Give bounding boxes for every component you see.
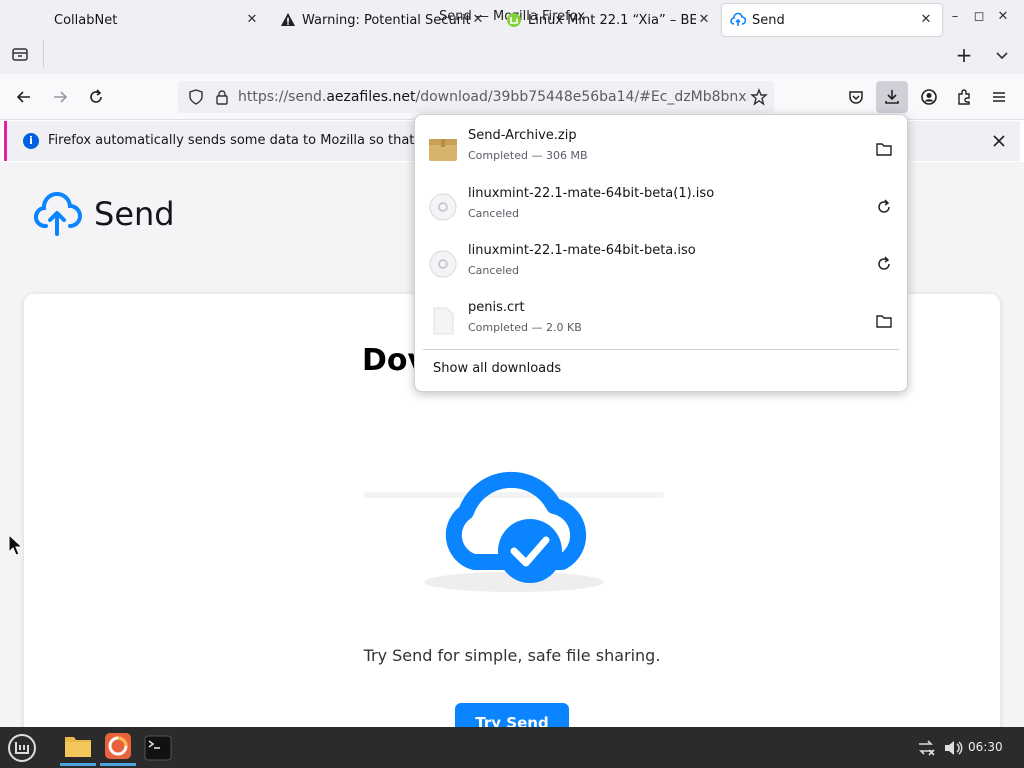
tab-label: Warning: Potential Security R	[302, 12, 470, 28]
download-status: Canceled	[468, 264, 520, 277]
download-name: Send-Archive.zip	[468, 128, 577, 143]
folder-icon[interactable]	[875, 312, 893, 330]
downloads-icon[interactable]	[876, 81, 908, 113]
shield-icon[interactable]	[182, 83, 210, 111]
tab-label: Send	[752, 12, 785, 28]
warning-icon	[280, 12, 296, 28]
try-send-button[interactable]: Try Send	[455, 703, 569, 727]
tab-list-icon[interactable]	[6, 40, 34, 68]
tab-collabnet[interactable]: CollabNet ✕	[46, 4, 268, 36]
mouse-pointer-icon	[8, 534, 24, 556]
downloads-panel: Send-Archive.zip Completed — 306 MB linu…	[414, 114, 908, 392]
list-all-tabs-icon[interactable]	[988, 41, 1016, 69]
panel-divider	[423, 349, 899, 350]
send-logo[interactable]: Send	[32, 192, 175, 236]
folder-icon[interactable]	[875, 140, 893, 158]
close-tab-icon[interactable]: ✕	[696, 12, 712, 28]
new-tab-icon[interactable]: +	[950, 41, 978, 69]
file-icon	[433, 307, 454, 335]
tab-label: Linux Mint 22.1 “Xia” – BETA	[528, 12, 696, 28]
download-name: linuxmint-22.1-mate-64bit-beta.iso	[468, 243, 696, 258]
download-name: penis.crt	[468, 300, 525, 315]
close-tab-icon[interactable]: ✕	[470, 12, 486, 28]
pocket-icon[interactable]	[842, 83, 870, 111]
minimize-icon[interactable]: –	[946, 8, 964, 26]
mint-menu-icon[interactable]	[4, 729, 40, 766]
forward-icon[interactable]	[46, 83, 74, 111]
close-window-icon[interactable]: ✕	[994, 8, 1012, 26]
upload-complete-illustration	[364, 471, 664, 592]
firefox-icon[interactable]	[100, 729, 136, 766]
maximize-icon[interactable]: ◻	[970, 8, 988, 26]
files-icon[interactable]	[60, 729, 96, 766]
archive-icon	[429, 139, 457, 161]
clock[interactable]: 06:30	[968, 740, 1003, 754]
download-item[interactable]: Send-Archive.zip Completed — 306 MB	[423, 121, 899, 175]
send-cloud-icon	[730, 12, 746, 28]
download-status: Completed — 2.0 KB	[468, 321, 582, 334]
download-item[interactable]: penis.crt Completed — 2.0 KB	[423, 293, 899, 347]
terminal-icon[interactable]	[140, 729, 176, 766]
disc-icon	[429, 193, 457, 221]
logo-text: Send	[94, 195, 175, 233]
lock-icon[interactable]	[208, 83, 236, 111]
taskbar: 06:30	[0, 727, 1024, 768]
close-tab-icon[interactable]: ✕	[244, 12, 260, 28]
download-status: Canceled	[468, 207, 520, 220]
disc-icon	[429, 250, 457, 278]
close-tab-icon[interactable]: ✕	[918, 12, 934, 28]
tab-separator	[43, 40, 44, 68]
tab-strip	[0, 34, 1024, 74]
back-icon[interactable]	[10, 83, 38, 111]
retry-icon[interactable]	[875, 255, 893, 273]
extensions-icon[interactable]	[950, 83, 978, 111]
show-all-downloads-button[interactable]: Show all downloads	[433, 361, 561, 376]
card-text: Try Send for simple, safe file sharing.	[363, 646, 661, 665]
url-text[interactable]: https://send.aezafiles.net/download/39bb…	[238, 89, 748, 105]
tab-warning[interactable]: Warning: Potential Security R ✕	[272, 4, 494, 36]
download-status: Completed — 306 MB	[468, 149, 588, 162]
linux-mint-icon	[506, 12, 522, 28]
download-name: linuxmint-22.1-mate-64bit-beta(1).iso	[468, 186, 715, 201]
send-cloud-logo-icon	[34, 192, 82, 236]
reload-icon[interactable]	[82, 83, 110, 111]
tab-linux-mint[interactable]: Linux Mint 22.1 “Xia” – BETA ✕	[498, 4, 720, 36]
bookmark-star-icon[interactable]	[745, 83, 773, 111]
info-icon: i	[23, 133, 39, 149]
retry-icon[interactable]	[875, 198, 893, 216]
menu-icon[interactable]	[985, 83, 1013, 111]
close-notification-icon[interactable]	[985, 127, 1013, 155]
download-item[interactable]: linuxmint-22.1-mate-64bit-beta.iso Cance…	[423, 236, 899, 290]
tab-send[interactable]: Send ✕	[722, 4, 942, 36]
notification-text: Firefox automatically sends some data to…	[48, 133, 457, 148]
tab-label: CollabNet	[54, 12, 118, 28]
download-item[interactable]: linuxmint-22.1-mate-64bit-beta(1).iso Ca…	[423, 179, 899, 233]
network-icon[interactable]	[912, 729, 940, 766]
account-icon[interactable]	[915, 83, 943, 111]
url-bar[interactable]: https://send.aezafiles.net/download/39bb…	[178, 81, 774, 113]
volume-icon[interactable]	[940, 729, 966, 766]
